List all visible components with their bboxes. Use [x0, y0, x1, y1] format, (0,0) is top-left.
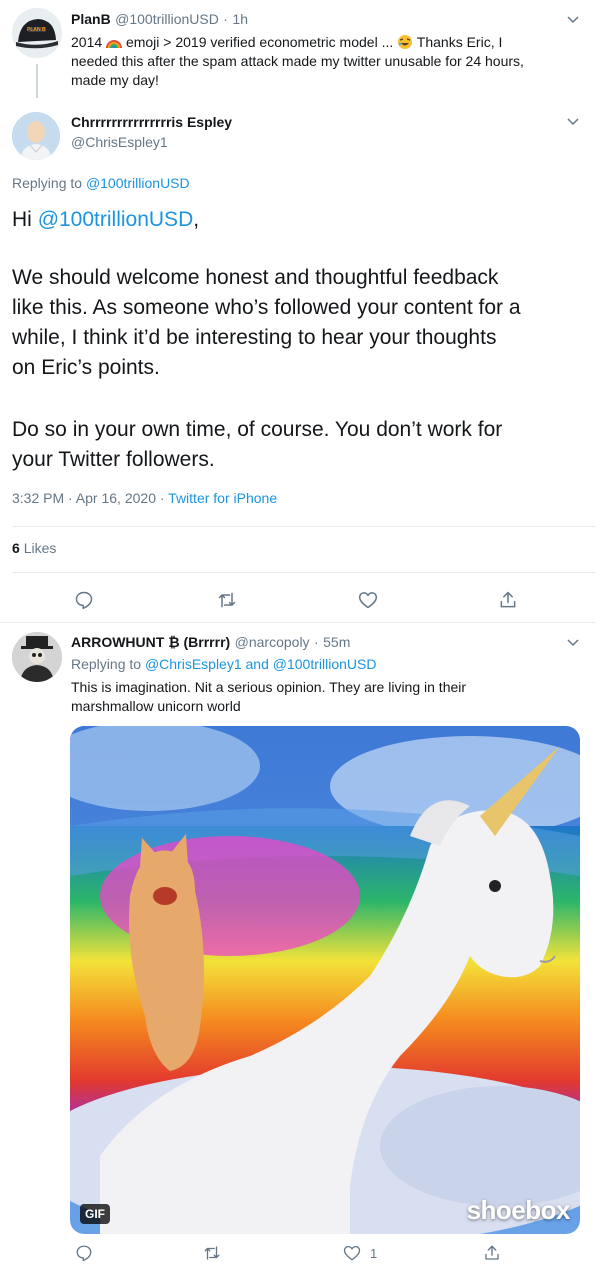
main-tweet-author-handle[interactable]: @ChrisEspley1 [71, 134, 168, 150]
chevron-down-icon[interactable] [566, 12, 580, 26]
like-icon [358, 592, 378, 609]
cap-avatar-image [12, 8, 62, 58]
reply-like-count: 1 [370, 1246, 378, 1261]
reply-button[interactable] [72, 1241, 96, 1265]
main-tweet-meta: 3:32 PM · Apr 16, 2020 · Twitter for iPh… [12, 490, 277, 506]
likes-label: Likes [23, 540, 57, 556]
skeleton-avatar-image [12, 632, 62, 682]
tweet1-time[interactable]: 1h [232, 11, 248, 27]
main-tweet-likes[interactable]: 6 Likes [12, 540, 56, 556]
greeting-mention-link[interactable]: @100trillionUSD [38, 208, 194, 231]
reply-separator: · [314, 634, 319, 650]
tweet1-header: PlanB @100trillionUSD · 1h [71, 11, 248, 29]
divider [12, 572, 596, 573]
reply-text-line1: This is imagination. Nit a serious opini… [71, 679, 467, 695]
reply-icon [75, 591, 93, 610]
tweet1-text-line2: needed this after the spam attack made m… [71, 53, 524, 69]
reply-mention-link-1[interactable]: @ChrisEspley1 [145, 656, 242, 672]
chevron-down-icon[interactable] [566, 635, 580, 649]
avatar-cap-label: PLAN B [27, 27, 46, 33]
likes-count: 6 [12, 540, 20, 556]
reply-author-handle[interactable]: @narcopoly [235, 634, 310, 650]
reply-mention-link-2[interactable]: @100trillionUSD [273, 656, 377, 672]
person-avatar-image [12, 112, 60, 160]
gif-watermark: shoebox [466, 1195, 571, 1225]
replying-prefix: Replying to [12, 175, 83, 191]
retweet-button[interactable] [215, 588, 239, 612]
main-tweet-paragraph-2: Do so in your own time, of course. You d… [12, 418, 503, 471]
thread-line [36, 64, 38, 98]
replying-mention-link[interactable]: @100trillionUSD [86, 175, 190, 191]
reply-gif-media[interactable]: GIF shoebox [70, 726, 580, 1234]
retweet-icon [218, 592, 236, 608]
reply-header: ARROWHUNT ₿ (Brrrrr) @narcopoly · 55m [71, 634, 350, 652]
main-tweet-replying-to: Replying to @100trillionUSD [12, 175, 190, 191]
tweet1-text-a: 2014 [71, 34, 103, 50]
reply-replying-prefix: Replying to [71, 656, 142, 672]
main-tweet-paragraph-1: We should welcome honest and thoughtful … [12, 266, 521, 379]
like-button[interactable] [340, 1241, 364, 1265]
main-tweet-source-link[interactable]: Twitter for iPhone [168, 490, 277, 506]
rainbow-emoji [106, 40, 123, 49]
tweet1-separator: · [223, 11, 228, 27]
reply-icon [76, 1245, 92, 1262]
reply-button[interactable] [72, 588, 96, 612]
unicorn-cat-gif-image [70, 726, 580, 1234]
reply-time[interactable]: 55m [323, 634, 350, 650]
gif-badge: GIF [80, 1204, 110, 1224]
avatar-narcopoly[interactable] [12, 632, 62, 682]
share-button[interactable] [496, 588, 520, 612]
tweet1-author-name[interactable]: PlanB [71, 11, 111, 27]
like-button[interactable] [356, 588, 380, 612]
share-button[interactable] [480, 1241, 504, 1265]
greeting-end: , [193, 208, 200, 231]
share-icon [500, 591, 516, 608]
like-icon [343, 1245, 361, 1261]
main-tweet-author-name[interactable]: Chrrrrrrrrrrrrrrris Espley [71, 114, 232, 130]
chevron-down-icon[interactable] [566, 114, 580, 128]
tweet1-text-line3: made my day! [71, 72, 159, 88]
reply-mention-and: and [245, 656, 269, 672]
tweet1-author-handle[interactable]: @100trillionUSD [115, 11, 219, 27]
greeting-text: Hi [12, 208, 32, 231]
retweet-icon [204, 1246, 220, 1260]
retweet-button[interactable] [200, 1241, 224, 1265]
avatar-planb[interactable]: PLAN B [12, 8, 62, 58]
divider [0, 622, 596, 623]
laughing-emoji [398, 35, 413, 49]
tweet1-text-c: Thanks Eric, I [416, 34, 503, 50]
reply-text: This is imagination. Nit a serious opini… [71, 678, 591, 716]
tweet1-text: 2014 emoji > 2019 verified econometric m… [71, 33, 571, 90]
reply-replying-to: Replying to @ChrisEspley1 and @100trilli… [71, 656, 376, 672]
main-tweet-timestamp[interactable]: 3:32 PM · Apr 16, 2020 · [12, 490, 165, 506]
reply-author-name[interactable]: ARROWHUNT ₿ (Brrrrr) [71, 634, 230, 650]
share-icon [485, 1245, 499, 1260]
reply-text-line2: marshmallow unicorn world [71, 698, 241, 714]
main-tweet-greeting: Hi @100trillionUSD, [12, 205, 199, 235]
tweet1-text-b: emoji > 2019 verified econometric model … [125, 34, 394, 50]
divider [12, 526, 596, 527]
avatar-chrisespley[interactable] [12, 112, 60, 160]
